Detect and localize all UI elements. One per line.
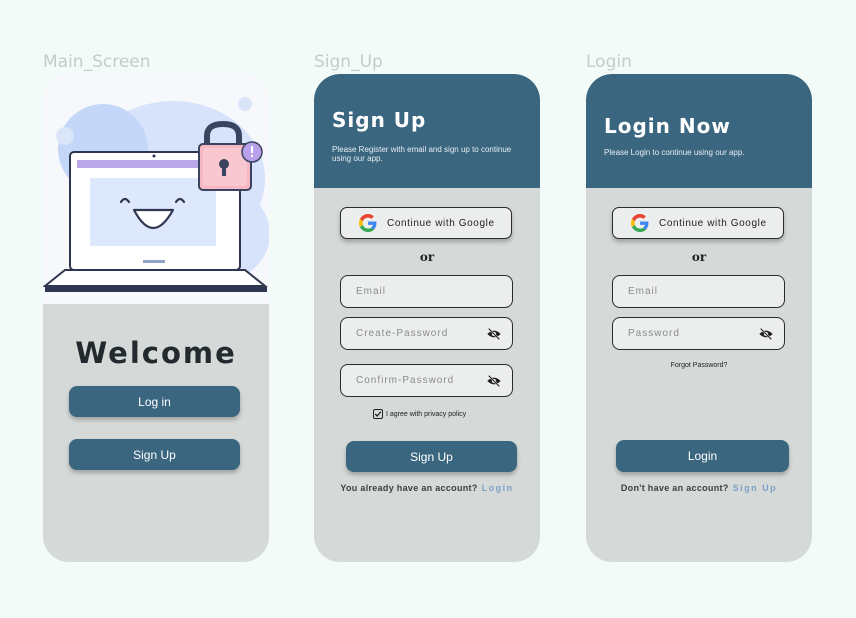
login-email-field[interactable] (612, 275, 785, 308)
eye-off-icon[interactable] (486, 327, 502, 341)
login-footer: Don't have an account? Sign Up (586, 483, 812, 493)
login-submit-button[interactable]: Login (616, 440, 789, 472)
google-icon (631, 214, 649, 232)
signup-header: Sign Up Please Register with email and s… (314, 74, 540, 188)
eye-off-icon[interactable] (486, 374, 502, 388)
confirm-password-input[interactable] (356, 375, 486, 386)
confirm-password-field[interactable] (340, 364, 513, 397)
eye-off-icon[interactable] (758, 327, 774, 341)
login-password-input[interactable] (628, 328, 758, 339)
login-subtitle: Please Login to continue using our app. (604, 148, 745, 157)
or-divider: or (691, 250, 707, 264)
login-password-field[interactable] (612, 317, 785, 350)
create-password-input[interactable] (356, 328, 486, 339)
welcome-title: Welcome (75, 336, 237, 370)
signup-submit-button[interactable]: Sign Up (346, 441, 517, 472)
signup-screen: Sign Up Please Register with email and s… (314, 74, 540, 562)
email-field[interactable] (340, 275, 513, 308)
signup-footer-text: You already have an account? (340, 483, 478, 493)
signup-link[interactable]: Sign Up (733, 483, 778, 493)
main-screen: Welcome Log in Sign Up (43, 74, 269, 562)
email-input[interactable] (356, 286, 486, 297)
hero-illustration (43, 74, 269, 304)
login-button[interactable]: Log in (69, 386, 240, 417)
google-button-label: Continue with Google (659, 217, 767, 229)
privacy-agreement-label: I agree with privacy policy (386, 410, 467, 418)
frame-label-login: Login (586, 52, 632, 72)
frame-label-signup: Sign_Up (314, 52, 383, 72)
login-link[interactable]: Login (482, 483, 514, 493)
google-icon (359, 214, 377, 232)
create-password-field[interactable] (340, 317, 513, 350)
or-divider: or (419, 250, 435, 264)
signup-button[interactable]: Sign Up (69, 439, 240, 470)
laptop-illustration (43, 97, 269, 292)
login-email-input[interactable] (628, 286, 758, 297)
login-screen: Login Now Please Login to continue using… (586, 74, 812, 562)
google-button-label: Continue with Google (387, 217, 495, 229)
login-title: Login Now (604, 114, 731, 138)
privacy-agreement[interactable]: I agree with privacy policy (373, 409, 466, 419)
forgot-password-link[interactable]: Forgot Password? (586, 362, 812, 369)
signup-subtitle: Please Register with email and sign up t… (332, 145, 512, 163)
login-footer-text: Don't have an account? (620, 483, 729, 493)
checkbox-icon[interactable] (373, 409, 383, 419)
signup-title: Sign Up (332, 108, 427, 132)
frame-label-main: Main_Screen (43, 52, 151, 72)
login-google-button[interactable]: Continue with Google (612, 207, 784, 239)
login-header: Login Now Please Login to continue using… (586, 74, 812, 188)
signup-google-button[interactable]: Continue with Google (340, 207, 512, 239)
signup-footer: You already have an account? Login (314, 483, 540, 493)
